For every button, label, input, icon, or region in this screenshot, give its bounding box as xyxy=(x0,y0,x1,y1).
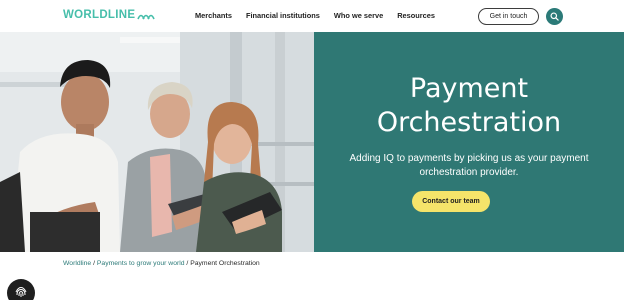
nav-who-we-serve[interactable]: Who we serve xyxy=(334,11,383,20)
nav-merchants[interactable]: Merchants xyxy=(195,11,232,20)
contact-our-team-button[interactable]: Contact our team xyxy=(412,191,490,212)
hero-title-line-2: Orchestration xyxy=(376,107,562,138)
breadcrumb-payments-to-grow[interactable]: Payments to grow your world xyxy=(97,260,185,267)
hero-section: Payment Orchestration Adding IQ to payme… xyxy=(0,32,624,252)
search-button[interactable] xyxy=(546,8,563,25)
worldline-logo[interactable]: WORLDLINE xyxy=(63,9,156,21)
hero-panel: Payment Orchestration Adding IQ to payme… xyxy=(314,32,624,252)
page: WORLDLINE Merchants Financial institutio… xyxy=(0,0,624,300)
logo-text: WORLDLINE xyxy=(63,9,136,21)
accessibility-widget-button[interactable] xyxy=(7,279,35,300)
logo-waves-icon xyxy=(137,14,156,19)
hero-title-line-1: Payment xyxy=(409,73,529,104)
breadcrumb: Worldline / Payments to grow your world … xyxy=(63,260,260,267)
breadcrumb-worldline[interactable]: Worldline xyxy=(63,260,91,267)
search-icon xyxy=(550,12,559,21)
main-nav: Merchants Financial institutions Who we … xyxy=(195,11,435,20)
breadcrumb-current: Payment Orchestration xyxy=(190,260,260,267)
hero-title: Payment Orchestration xyxy=(314,72,624,140)
nav-financial-institutions[interactable]: Financial institutions xyxy=(246,11,320,20)
fingerprint-icon xyxy=(15,286,27,297)
hero-photo-illustration xyxy=(0,32,314,252)
get-in-touch-button[interactable]: Get in touch xyxy=(478,8,539,25)
hero-subtitle: Adding IQ to payments by picking us as y… xyxy=(349,153,589,178)
nav-resources[interactable]: Resources xyxy=(397,11,435,20)
hero-photo xyxy=(0,32,314,252)
site-header: WORLDLINE Merchants Financial institutio… xyxy=(0,0,624,32)
